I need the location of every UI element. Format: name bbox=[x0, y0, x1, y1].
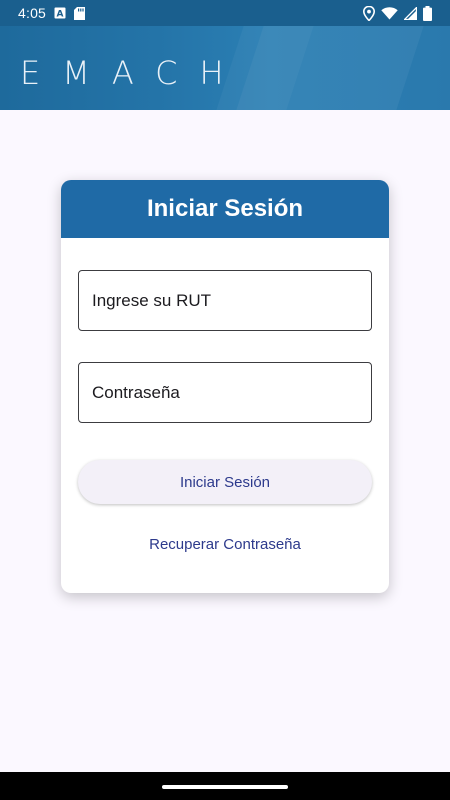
wifi-icon bbox=[381, 6, 398, 20]
svg-text:A: A bbox=[57, 10, 64, 20]
status-time: 4:05 bbox=[18, 5, 47, 21]
login-card: Iniciar Sesión Iniciar Sesión Recuperar … bbox=[61, 180, 389, 593]
password-field[interactable] bbox=[78, 362, 372, 423]
rut-input[interactable] bbox=[92, 271, 371, 330]
status-right bbox=[363, 5, 432, 21]
brand-logo: EMACH bbox=[20, 54, 246, 92]
navigation-bar bbox=[0, 772, 450, 800]
password-input[interactable] bbox=[92, 363, 371, 422]
home-gesture-handle[interactable] bbox=[162, 785, 288, 789]
status-bar: 4:05 A bbox=[0, 0, 450, 26]
battery-icon bbox=[423, 5, 432, 21]
sd-card-icon bbox=[74, 6, 86, 20]
header-banner: EMACH bbox=[0, 26, 450, 110]
recover-password-link[interactable]: Recuperar Contraseña bbox=[61, 536, 389, 553]
location-icon bbox=[363, 5, 375, 21]
card-header: Iniciar Sesión bbox=[61, 180, 389, 238]
signal-icon bbox=[404, 6, 417, 20]
status-left: 4:05 A bbox=[18, 5, 86, 21]
login-button[interactable]: Iniciar Sesión bbox=[78, 460, 372, 504]
login-screen: 4:05 A EMACH Iniciar Sesión Ingrese su R… bbox=[0, 0, 450, 800]
rut-field[interactable] bbox=[78, 270, 372, 331]
a-notification-icon: A bbox=[54, 7, 66, 19]
card-title: Iniciar Sesión bbox=[146, 195, 304, 222]
